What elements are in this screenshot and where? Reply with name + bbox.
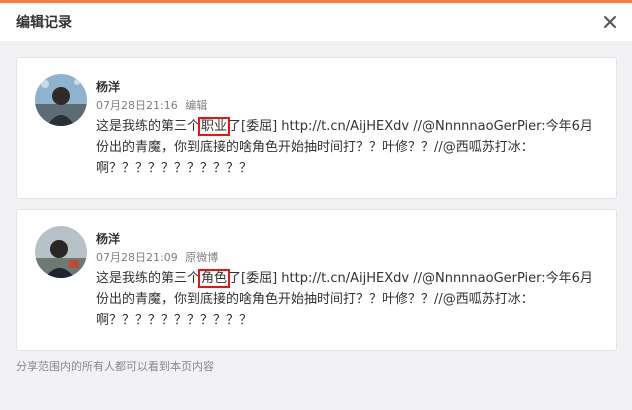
edit-record-card: 杨洋 07月28日21:16 编辑 这是我练的第三个职业了[委屈] http:/… [16, 57, 617, 199]
record-content: 杨洋 07月28日21:09 原微博 这是我练的第三个角色了[委屈] http:… [96, 226, 600, 350]
record-action: 原微博 [185, 251, 219, 264]
edit-record-card: 杨洋 07月28日21:09 原微博 这是我练的第三个角色了[委屈] http:… [16, 209, 617, 351]
record-meta: 07月28日21:09 原微博 [96, 251, 600, 265]
author-name[interactable]: 杨洋 [96, 79, 600, 95]
timestamp: 07月28日21:09 [96, 251, 178, 264]
avatar[interactable] [35, 226, 87, 278]
edit-history-dialog: 编辑记录 杨洋 07月28日21:16 编辑 这是我练的第三个职业了[委屈] h… [0, 0, 632, 410]
highlighted-change: 角色 [198, 269, 231, 288]
record-meta: 07月28日21:16 编辑 [96, 99, 600, 113]
post-text: 这是我练的第三个职业了[委屈] http://t.cn/AijHEXdv //@… [96, 116, 600, 179]
dialog-header: 编辑记录 [0, 3, 632, 41]
record-content: 杨洋 07月28日21:16 编辑 这是我练的第三个职业了[委屈] http:/… [96, 74, 600, 198]
dialog-title: 编辑记录 [16, 15, 72, 31]
record-action: 编辑 [185, 99, 208, 112]
dialog-body: 杨洋 07月28日21:16 编辑 这是我练的第三个职业了[委屈] http:/… [0, 41, 632, 351]
text-before: 这是我练的第三个 [96, 119, 201, 134]
highlighted-change: 职业 [198, 117, 231, 136]
timestamp: 07月28日21:16 [96, 99, 178, 112]
close-icon[interactable] [602, 14, 618, 30]
post-text: 这是我练的第三个角色了[委屈] http://t.cn/AijHEXdv //@… [96, 268, 600, 331]
author-name[interactable]: 杨洋 [96, 231, 600, 247]
share-scope-note: 分享范围内的所有人都可以看到本页内容 [16, 360, 214, 373]
avatar[interactable] [35, 74, 87, 126]
text-before: 这是我练的第三个 [96, 271, 201, 286]
